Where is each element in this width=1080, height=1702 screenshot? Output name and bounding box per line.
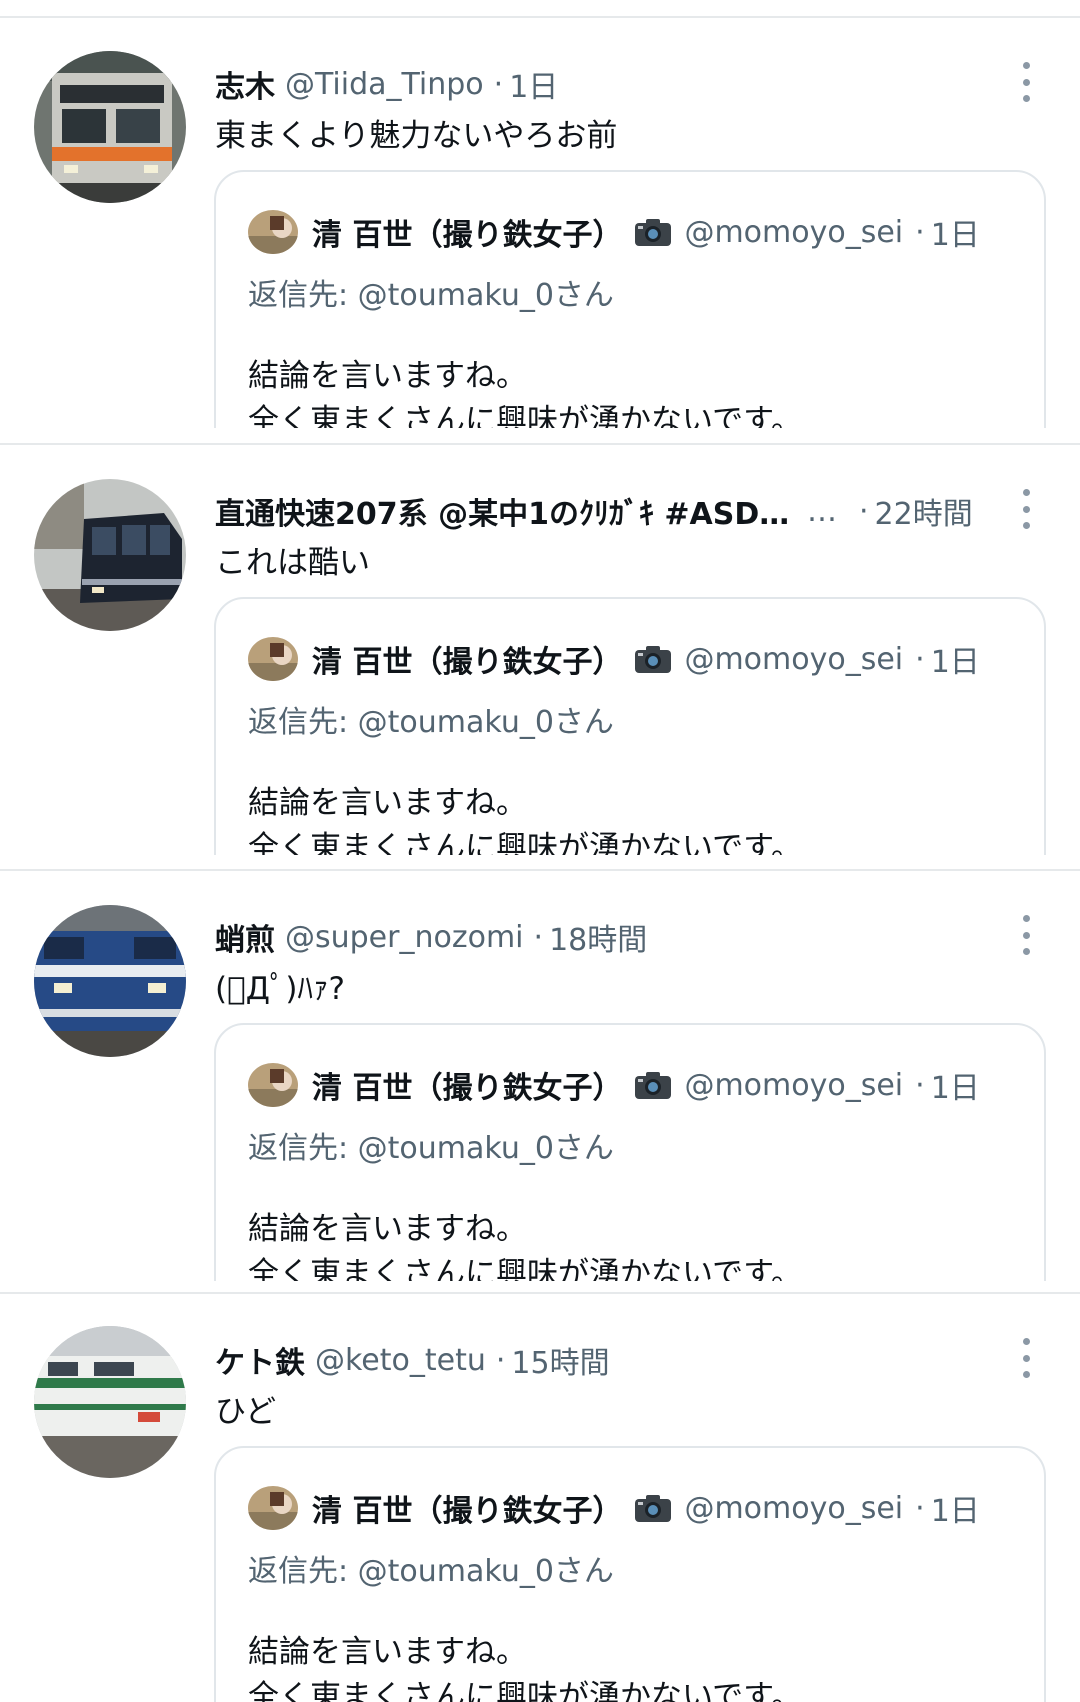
locomotive-ef210-avatar[interactable] (34, 905, 186, 1057)
timestamp[interactable]: 15時間 (511, 1338, 609, 1382)
camera-icon (634, 644, 672, 674)
quoted-text-line: 全く東まくさんに興味が湧かないです。 (248, 1256, 802, 1281)
more-options-icon[interactable] (1020, 489, 1032, 529)
display-name[interactable]: ケト鉄 (215, 1338, 305, 1382)
tweet-text: (ﾟДﾟ)ﾊｧ? (215, 971, 345, 1007)
tweet-item[interactable]: 直通快速207系 @某中1のｸﾘｶﾞｷ #ASDの人 … · 22時間 これは酷… (0, 445, 1080, 855)
quoted-user-avatar (248, 210, 298, 254)
timestamp[interactable]: 1日 (509, 62, 558, 106)
quoted-text-line: 結論を言いますね。 (248, 785, 527, 821)
separator-dot: · (915, 214, 925, 250)
camera-icon (634, 1070, 672, 1100)
more-options-icon[interactable] (1020, 62, 1032, 102)
tweet-item[interactable]: 蛸煎 @super_nozomi · 18時間 (ﾟДﾟ)ﾊｧ? 清 百世（撮り… (0, 871, 1080, 1281)
quoted-user-handle: @momoyo_sei (684, 1490, 904, 1526)
quoted-text-line: 結論を言いますね。 (248, 358, 527, 394)
quoted-tweet[interactable]: 清 百世（撮り鉄女子） @momoyo_sei · 1日 返信先: @touma… (214, 1446, 1046, 1702)
quoted-timestamp: 1日 (930, 645, 980, 680)
quoted-user-handle: @momoyo_sei (684, 641, 904, 677)
camera-icon (634, 217, 672, 247)
display-name[interactable]: 直通快速207系 @某中1のｸﾘｶﾞｷ #ASDの人 (215, 489, 795, 533)
quoted-tweet-header: 清 百世（撮り鉄女子） @momoyo_sei · 1日 (248, 1063, 980, 1107)
quoted-user-avatar (248, 1486, 298, 1530)
display-name[interactable]: 蛸煎 (215, 915, 275, 959)
quoted-tweet[interactable]: 清 百世（撮り鉄女子） @momoyo_sei · 1日 返信先: @touma… (214, 170, 1046, 428)
reply-to-label: 返信先: @toumaku_0さん (248, 1131, 614, 1166)
camera-icon (634, 1493, 672, 1523)
more-options-icon[interactable] (1020, 915, 1032, 955)
timeline-feed: 志木 @Tiida_Tinpo · 1日 東まくより魅力ないやろお前 清 百世（… (0, 0, 1080, 1702)
timestamp[interactable]: 22時間 (875, 489, 973, 533)
tweet-header: ケト鉄 @keto_tetu · 15時間 (215, 1338, 985, 1382)
user-handle[interactable]: @keto_tetu (315, 1343, 486, 1378)
tweet-text: これは酷い (215, 545, 370, 581)
quoted-tweet-text: 結論を言いますね。 全く東まくさんに興味が湧かないです。 (248, 1207, 802, 1281)
quoted-text-line: 結論を言いますね。 (248, 1211, 527, 1247)
separator-dot: · (533, 919, 544, 955)
quoted-tweet-header: 清 百世（撮り鉄女子） @momoyo_sei · 1日 (248, 210, 980, 254)
separator-dot: · (859, 493, 869, 529)
tweet-item[interactable]: 志木 @Tiida_Tinpo · 1日 東まくより魅力ないやろお前 清 百世（… (0, 18, 1080, 428)
train-green-avatar[interactable] (34, 1326, 186, 1478)
quoted-text-line: 全く東まくさんに興味が湧かないです。 (248, 1679, 802, 1702)
separator-dot: · (915, 1490, 925, 1526)
user-handle[interactable]: @super_nozomi (285, 920, 524, 955)
quoted-tweet-text: 結論を言いますね。 全く東まくさんに興味が湧かないです。 (248, 1630, 802, 1702)
reply-to-label: 返信先: @toumaku_0さん (248, 1554, 614, 1589)
quoted-timestamp: 1日 (930, 218, 980, 253)
tweet-header: 蛸煎 @super_nozomi · 18時間 (215, 915, 985, 959)
tweet-text: 東まくより魅力ないやろお前 (215, 118, 618, 154)
quoted-display-name: 清 百世（撮り鉄女子） (312, 645, 623, 680)
quoted-tweet-header: 清 百世（撮り鉄女子） @momoyo_sei · 1日 (248, 637, 980, 681)
user-handle[interactable]: @Tiida_Tinpo (285, 67, 484, 102)
quoted-text-line: 全く東まくさんに興味が湧かないです。 (248, 830, 802, 855)
quoted-tweet-text: 結論を言いますね。 全く東まくさんに興味が湧かないです。 (248, 354, 802, 428)
tweet-header: 志木 @Tiida_Tinpo · 1日 (215, 62, 985, 106)
separator-dot: · (493, 66, 504, 102)
quoted-tweet-header: 清 百世（撮り鉄女子） @momoyo_sei · 1日 (248, 1486, 980, 1530)
quoted-timestamp: 1日 (930, 1494, 980, 1529)
reply-to-label: 返信先: @toumaku_0さん (248, 705, 614, 740)
quoted-display-name: 清 百世（撮り鉄女子） (312, 1494, 623, 1529)
quoted-text-line: 全く東まくさんに興味が湧かないです。 (248, 403, 802, 428)
separator-dot: · (915, 1067, 925, 1103)
display-name[interactable]: 志木 (215, 62, 275, 106)
truncation-ellipsis: … (807, 493, 837, 529)
quoted-text-line: 結論を言いますね。 (248, 1634, 527, 1670)
tweet-text: ひど (215, 1394, 277, 1430)
quoted-timestamp: 1日 (930, 1071, 980, 1106)
quoted-user-avatar (248, 637, 298, 681)
separator-dot: · (915, 641, 925, 677)
quoted-tweet[interactable]: 清 百世（撮り鉄女子） @momoyo_sei · 1日 返信先: @touma… (214, 1023, 1046, 1281)
quoted-tweet[interactable]: 清 百世（撮り鉄女子） @momoyo_sei · 1日 返信先: @touma… (214, 597, 1046, 855)
quoted-display-name: 清 百世（撮り鉄女子） (312, 218, 623, 253)
more-options-icon[interactable] (1020, 1338, 1032, 1378)
quoted-display-name: 清 百世（撮り鉄女子） (312, 1071, 623, 1106)
tweet-header: 直通快速207系 @某中1のｸﾘｶﾞｷ #ASDの人 … · 22時間 (215, 489, 985, 533)
separator-dot: · (495, 1342, 506, 1378)
quoted-user-avatar (248, 1063, 298, 1107)
quoted-user-handle: @momoyo_sei (684, 1067, 904, 1103)
train-207-avatar[interactable] (34, 479, 186, 631)
reply-to-label: 返信先: @toumaku_0さん (248, 278, 614, 313)
tweet-item[interactable]: ケト鉄 @keto_tetu · 15時間 ひど 清 百世（撮り鉄女子） @mo… (0, 1294, 1080, 1702)
quoted-tweet-text: 結論を言いますね。 全く東まくさんに興味が湧かないです。 (248, 781, 802, 855)
timestamp[interactable]: 18時間 (549, 915, 647, 959)
quoted-user-handle: @momoyo_sei (684, 214, 904, 250)
train-orange-avatar[interactable] (34, 51, 186, 203)
